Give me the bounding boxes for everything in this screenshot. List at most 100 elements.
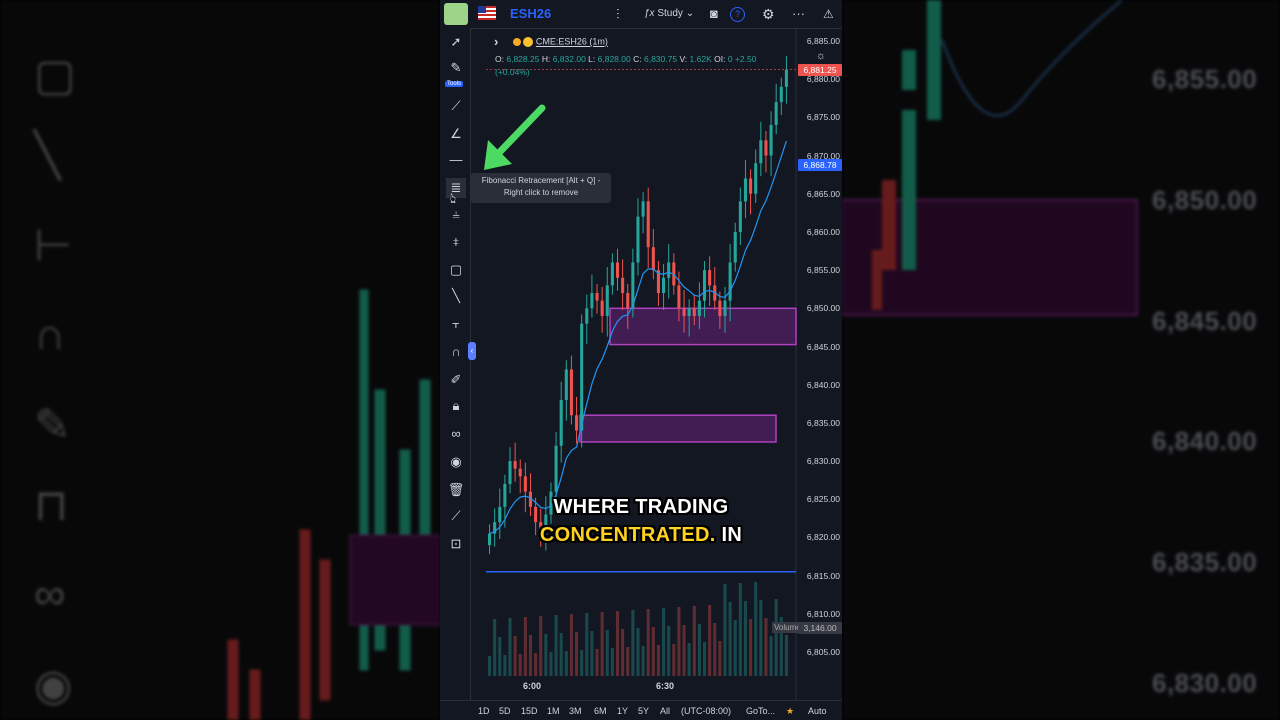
- chart-app: ESH26 ⫶ ƒx Study ⌄ ◙ ? ⚙ ··· ⚠ ➚ ✎ Tools…: [440, 0, 842, 720]
- open-value: 6,828.25: [506, 54, 540, 64]
- green-arrow-icon: [484, 104, 546, 170]
- lock-icon-bg: ⊓: [34, 481, 69, 530]
- alert-triangle-icon[interactable]: ⚠: [823, 0, 834, 28]
- volume-bar-33: [656, 645, 660, 676]
- candle-body-30: [641, 201, 645, 217]
- volume-bar-27: [626, 647, 630, 676]
- candle-body-6: [518, 468, 522, 477]
- expand-chevron-icon[interactable]: ›: [494, 34, 498, 49]
- volume-bar-26: [621, 629, 625, 676]
- link-icon[interactable]: ∞: [446, 424, 466, 444]
- candle-body-34: [662, 277, 666, 294]
- line-icon-bg: ╲: [34, 131, 61, 180]
- volume-bar-38: [682, 625, 686, 676]
- time-label-1: 6:30: [656, 681, 675, 691]
- candle-body-31: [646, 201, 650, 248]
- candle-body-17: [575, 415, 579, 431]
- candle-body-37: [677, 285, 681, 309]
- volume-bar-42: [702, 642, 707, 676]
- instagram-icon[interactable]: ◙: [710, 0, 718, 28]
- volume-bar-15: [564, 651, 568, 676]
- volume-bar-56: [774, 599, 778, 676]
- magnet-icon[interactable]: ∩: [446, 342, 466, 362]
- low-value: 6,828.00: [597, 54, 631, 64]
- study-button[interactable]: ƒx Study ⌄: [644, 0, 694, 28]
- brush-icon[interactable]: ✎: [446, 58, 466, 78]
- last-price-tag: 6,881.25: [798, 64, 842, 76]
- volume-bar-12: [549, 652, 553, 676]
- change-value: +2.50: [734, 54, 757, 64]
- caption-tail: IN: [715, 524, 743, 546]
- range-3m[interactable]: 3M: [569, 701, 582, 720]
- volume-bar-43: [708, 605, 712, 676]
- line-tool-icon[interactable]: ╲: [446, 286, 466, 306]
- candle-body-23: [605, 285, 609, 316]
- angle-icon[interactable]: ∠: [446, 124, 466, 144]
- symbol-button[interactable]: ESH26: [510, 0, 551, 28]
- range-15d[interactable]: 15D: [521, 701, 538, 720]
- volume-value-tag: 3,146.00: [798, 622, 842, 634]
- more-dots-icon[interactable]: ···: [792, 0, 805, 28]
- volume-bar-31: [646, 609, 650, 676]
- volume-bar-46: [723, 584, 727, 676]
- zone-rect-1: [579, 414, 777, 443]
- candle-body-58: [784, 69, 788, 87]
- bg-price-1: 6,850.00: [1152, 185, 1258, 215]
- measure-icon-bg: ⊢: [34, 221, 73, 270]
- cursor-arrow-icon[interactable]: ➚: [446, 32, 466, 52]
- help-icon[interactable]: ?: [730, 7, 745, 22]
- fib-settings-icon[interactable]: ⧧: [446, 232, 466, 252]
- eye-icon-bg: ◉: [34, 661, 73, 710]
- timezone-button[interactable]: (UTC-08:00): [681, 701, 731, 720]
- range-6m[interactable]: 6M: [594, 701, 607, 720]
- volume-bar-35: [667, 626, 671, 676]
- candle-body-45: [718, 300, 722, 316]
- fibonacci-tooltip: Fibonacci Retracement [Alt + Q] - Right …: [471, 173, 611, 203]
- lock-icon[interactable]: 🔒︎: [446, 396, 466, 416]
- volume-bar-7: [523, 617, 527, 676]
- favorite-star-icon[interactable]: ★: [786, 701, 794, 720]
- price-tick-16: 6,805.00: [806, 647, 840, 657]
- candle-body-40: [692, 308, 696, 316]
- range-1y[interactable]: 1Y: [617, 701, 628, 720]
- volume-bar-6: [518, 654, 522, 676]
- volume-bar-20: [590, 631, 594, 676]
- settings-gear-icon[interactable]: ⚙: [762, 0, 775, 28]
- price-tick-4: 6,865.00: [806, 188, 840, 199]
- range-1m[interactable]: 1M: [547, 701, 560, 720]
- volume-bar-53: [759, 600, 763, 676]
- measure-icon[interactable]: ⫟: [446, 314, 466, 334]
- volume-bar-55: [769, 636, 773, 676]
- volume-bar-19: [585, 613, 589, 676]
- candle-body-21: [595, 293, 599, 301]
- bg-price-3: 6,840.00: [1152, 426, 1258, 456]
- volume-bar-4: [508, 618, 512, 676]
- eye-icon[interactable]: ◉: [446, 452, 466, 472]
- auto-scale-button[interactable]: Auto: [808, 701, 827, 720]
- volume-bar-48: [733, 620, 737, 676]
- rectangle-icon[interactable]: ▢: [446, 260, 466, 280]
- legend-symbol[interactable]: CME:ESH26 (1m): [536, 37, 608, 47]
- horizontal-line-icon[interactable]: —: [446, 150, 466, 170]
- trend-line-icon[interactable]: ⟋: [446, 96, 466, 116]
- function-icon: ƒx: [644, 8, 655, 19]
- chart-settings-gear-icon[interactable]: ☼: [816, 50, 826, 62]
- app-logo[interactable]: [444, 3, 468, 25]
- close-value: 6,830.75: [643, 54, 678, 64]
- candle-type-icon[interactable]: ⫶: [616, 0, 620, 28]
- range-5y[interactable]: 5Y: [638, 701, 649, 720]
- range-5d[interactable]: 5D: [499, 701, 511, 720]
- caption-line-1: WHERE TRADING: [553, 496, 729, 518]
- high-label: H:: [541, 54, 551, 64]
- goto-button[interactable]: GoTo...: [746, 701, 775, 720]
- volume-bar-9: [534, 653, 538, 676]
- bottom-toolbar: 1D 5D 15D 1M 3M 6M 1Y 5Y All (UTC-08:00)…: [440, 700, 842, 720]
- lock-drawing-icon[interactable]: ✐: [446, 370, 466, 390]
- range-1d[interactable]: 1D: [478, 701, 490, 720]
- range-all[interactable]: All: [660, 701, 670, 720]
- volume-bar-25: [615, 611, 620, 676]
- legend-symbol-row: › CME:ESH26 (1m): [494, 34, 608, 49]
- volume-bar-23: [605, 630, 609, 676]
- open-label: O:: [495, 54, 504, 64]
- pitchfork-icon[interactable]: ⫨: [446, 204, 466, 224]
